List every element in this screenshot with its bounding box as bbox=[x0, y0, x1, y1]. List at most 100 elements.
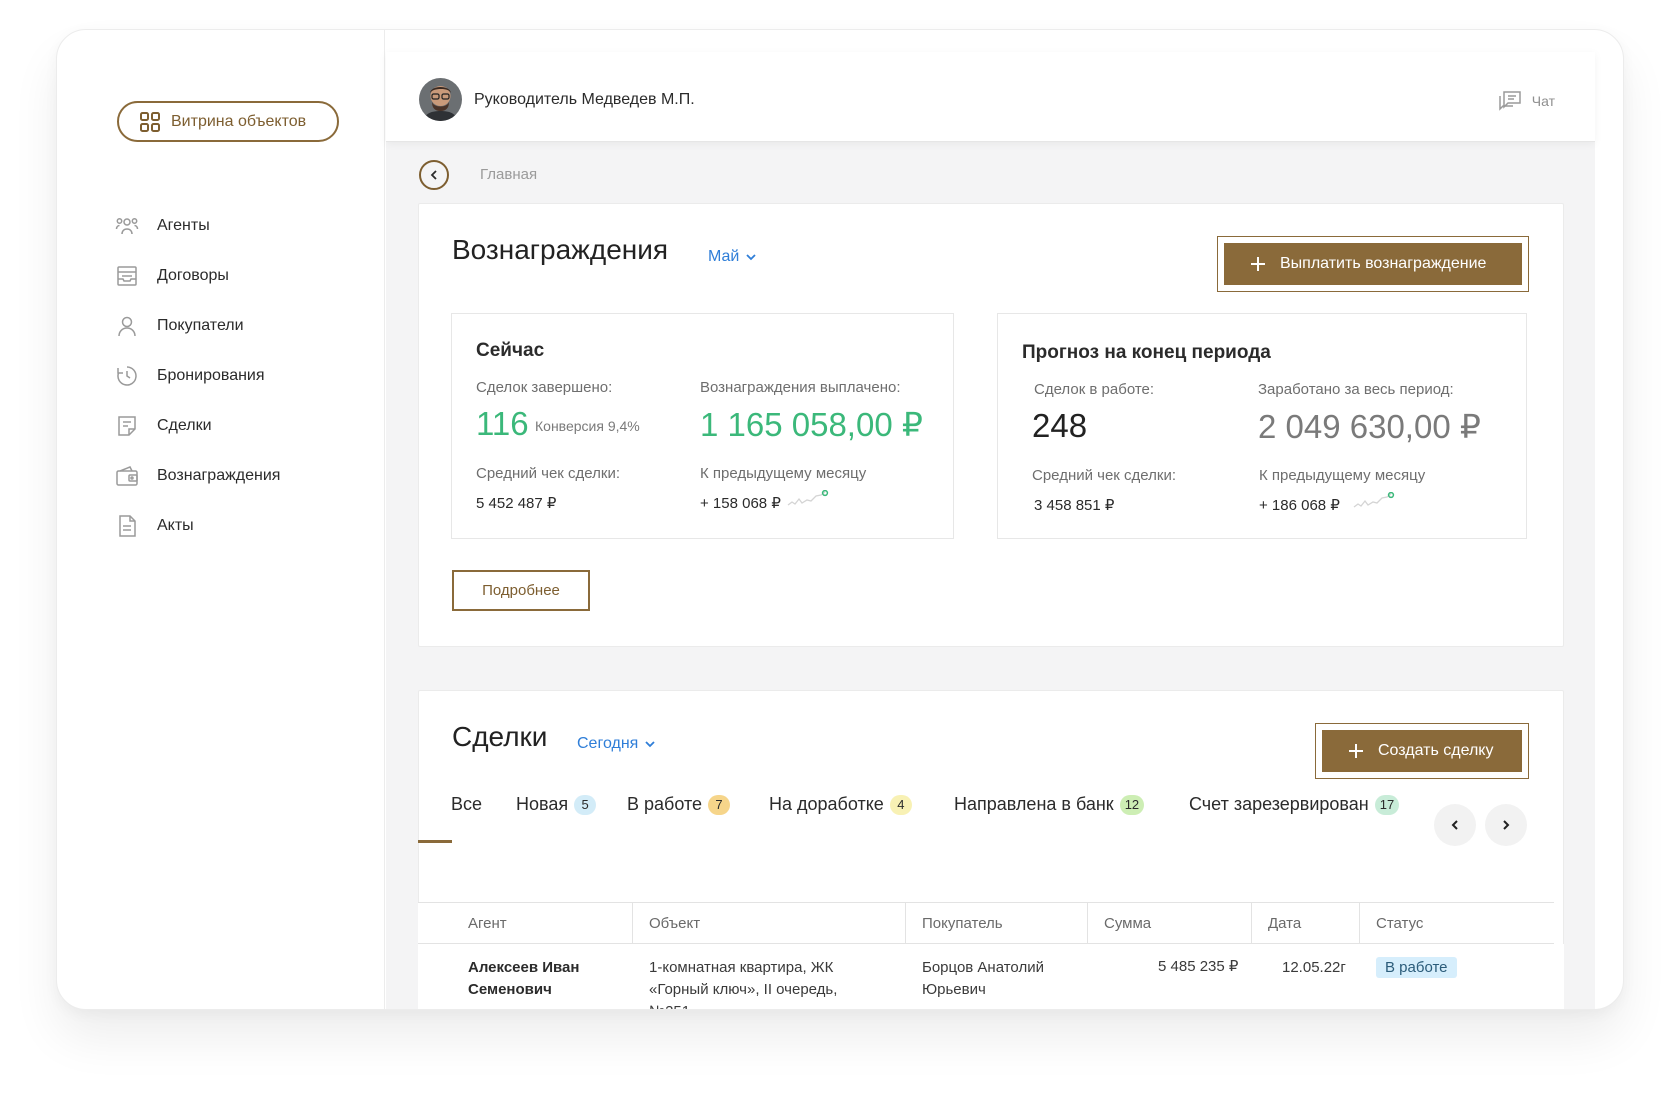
create-deal-button[interactable]: Создать сделку bbox=[1322, 730, 1522, 772]
tab-invoice-reserved[interactable]: Счет зарезервирован 17 bbox=[1189, 794, 1400, 815]
tabs-prev-button[interactable] bbox=[1434, 804, 1476, 846]
tab-all[interactable]: Все bbox=[451, 794, 482, 815]
chevron-left-icon bbox=[430, 170, 437, 180]
chat-label: Чат bbox=[1531, 93, 1555, 109]
sidebar-item-label: Агенты bbox=[157, 217, 210, 234]
avg-check-label: Средний чек сделки: bbox=[476, 465, 620, 482]
deals-in-work-label: Сделок в работе: bbox=[1034, 381, 1155, 398]
paid-value: 1 165 058,00 ₽ bbox=[700, 406, 923, 443]
sidebar-item-acts[interactable]: Акты bbox=[115, 512, 194, 540]
chevron-right-icon bbox=[1503, 820, 1510, 830]
column-header-object[interactable]: Объект bbox=[633, 903, 906, 943]
user-name: Руководитель Медведев М.П. bbox=[474, 91, 695, 108]
deals-done-label: Сделок завершено: bbox=[476, 379, 613, 396]
sidebar-item-contracts[interactable]: Договоры bbox=[115, 262, 229, 290]
active-tab-indicator bbox=[418, 840, 452, 843]
tab-count-badge: 7 bbox=[708, 794, 731, 815]
tab-in-work[interactable]: В работе 7 bbox=[627, 794, 731, 815]
sidebar-item-rewards[interactable]: Вознаграждения bbox=[115, 462, 280, 490]
sidebar-item-agents[interactable]: Агенты bbox=[115, 212, 210, 240]
tab-new[interactable]: Новая 5 bbox=[516, 794, 597, 815]
bookings-icon bbox=[117, 366, 137, 386]
tab-rework[interactable]: На доработке 4 bbox=[769, 794, 912, 815]
deals-title: Сделки bbox=[452, 721, 548, 752]
tab-label: Направлена в банк bbox=[954, 794, 1114, 814]
tab-label: На доработке bbox=[769, 794, 884, 814]
tab-label: Счет зарезервирован bbox=[1189, 794, 1369, 814]
prev-month-value: + 158 068 ₽ bbox=[700, 495, 781, 512]
tab-sent-to-bank[interactable]: Направлена в банк 12 bbox=[954, 794, 1145, 815]
avg-check-value: 5 452 487 ₽ bbox=[476, 495, 557, 512]
chat-icon bbox=[1499, 91, 1521, 111]
chat-button[interactable]: Чат bbox=[1498, 90, 1555, 112]
acts-icon bbox=[119, 515, 136, 537]
grid-icon bbox=[140, 111, 160, 132]
earned-label: Заработано за весь период: bbox=[1258, 381, 1454, 398]
forecast-prev-month-value: + 186 068 ₽ bbox=[1259, 497, 1340, 514]
deals-done-value: 116 bbox=[476, 405, 529, 442]
column-header-status[interactable]: Статус bbox=[1360, 903, 1554, 943]
avatar[interactable] bbox=[419, 78, 462, 121]
sidebar-item-deals[interactable]: Сделки bbox=[115, 412, 212, 440]
sidebar-item-bookings[interactable]: Бронирования bbox=[115, 362, 265, 390]
sidebar-item-label: Бронирования bbox=[157, 367, 265, 384]
plus-icon bbox=[1349, 744, 1363, 758]
chevron-left-icon bbox=[1451, 820, 1458, 830]
deals-icon bbox=[118, 416, 136, 436]
row-agent: Алексеев Иван Семенович bbox=[468, 959, 580, 998]
details-button[interactable]: Подробнее bbox=[452, 570, 590, 611]
sidebar: Витрина объектов Агенты Договоры Покупат… bbox=[57, 30, 385, 1009]
row-buyer: Борцов Анатолий Юрьевич bbox=[922, 959, 1044, 998]
sparkline-icon bbox=[1353, 492, 1395, 508]
forecast-prev-month-label: К предыдущему месяцу bbox=[1259, 467, 1426, 484]
pay-reward-button-label: Выплатить вознаграждение bbox=[1280, 255, 1487, 272]
catalog-button[interactable]: Витрина объектов bbox=[117, 101, 339, 142]
current-stats-box: Сейчас Сделок завершено: 116 Конверсия 9… bbox=[451, 313, 954, 539]
plus-icon bbox=[1251, 257, 1265, 271]
tab-count-badge: 5 bbox=[574, 794, 597, 815]
deals-period-select[interactable]: Сегодня bbox=[577, 735, 656, 753]
main-content: Руководитель Медведев М.П. Чат Главная В… bbox=[386, 52, 1595, 1009]
column-header-agent[interactable]: Агент bbox=[418, 903, 633, 943]
rewards-title: Вознаграждения bbox=[452, 234, 669, 265]
sidebar-item-buyers[interactable]: Покупатели bbox=[115, 312, 244, 340]
back-button[interactable] bbox=[419, 160, 449, 190]
sidebar-item-label: Вознаграждения bbox=[157, 467, 281, 484]
conversion-value: Конверсия 9,4% bbox=[535, 418, 640, 434]
breadcrumb[interactable]: Главная bbox=[480, 166, 537, 183]
chevron-down-icon bbox=[746, 254, 756, 261]
rewards-icon bbox=[116, 466, 138, 486]
forecast-stats-box: Прогноз на конец периода Сделок в работе… bbox=[997, 313, 1527, 539]
sidebar-item-label: Покупатели bbox=[157, 317, 244, 334]
contracts-icon bbox=[117, 266, 137, 286]
catalog-button-label: Витрина объектов bbox=[171, 112, 307, 130]
tab-label: Все bbox=[451, 794, 483, 814]
sidebar-item-label: Акты bbox=[157, 517, 194, 534]
row-object: 1-комнатная квартира, ЖК «Горный ключ», … bbox=[649, 959, 838, 1009]
create-deal-button-frame: Создать сделку bbox=[1315, 723, 1529, 779]
rewards-card: Вознаграждения Май Выплатить вознагражде… bbox=[418, 203, 1564, 647]
pay-reward-button[interactable]: Выплатить вознаграждение bbox=[1224, 243, 1522, 285]
column-header-date[interactable]: Дата bbox=[1252, 903, 1360, 943]
tabs-next-button[interactable] bbox=[1485, 804, 1527, 846]
sidebar-item-label: Сделки bbox=[157, 417, 212, 434]
status-badge: В работе bbox=[1376, 957, 1457, 978]
forecast-avg-check-label: Средний чек сделки: bbox=[1032, 467, 1176, 484]
tab-label: В работе bbox=[627, 794, 703, 814]
pay-reward-button-frame: Выплатить вознаграждение bbox=[1217, 236, 1529, 292]
tab-count-badge: 17 bbox=[1374, 794, 1400, 815]
rewards-period-select[interactable]: Май bbox=[708, 248, 757, 266]
column-header-sum[interactable]: Сумма bbox=[1088, 903, 1252, 943]
forecast-title: Прогноз на конец периода bbox=[1022, 342, 1271, 363]
create-deal-button-label: Создать сделку bbox=[1378, 742, 1494, 759]
agents-icon bbox=[115, 218, 139, 235]
sidebar-item-label: Договоры bbox=[157, 267, 229, 284]
sparkline-icon bbox=[787, 490, 829, 506]
buyers-icon bbox=[118, 316, 136, 337]
deals-table-header: Агент Объект Покупатель Сумма Дата Стату… bbox=[418, 902, 1554, 944]
row-sum: 5 485 235 ₽ bbox=[1158, 958, 1239, 975]
current-stats-title: Сейчас bbox=[476, 340, 545, 361]
chevron-down-icon bbox=[645, 741, 655, 748]
table-row[interactable]: Алексеев Иван Семенович 1-комнатная квар… bbox=[418, 944, 1564, 1009]
column-header-buyer[interactable]: Покупатель bbox=[906, 903, 1088, 943]
